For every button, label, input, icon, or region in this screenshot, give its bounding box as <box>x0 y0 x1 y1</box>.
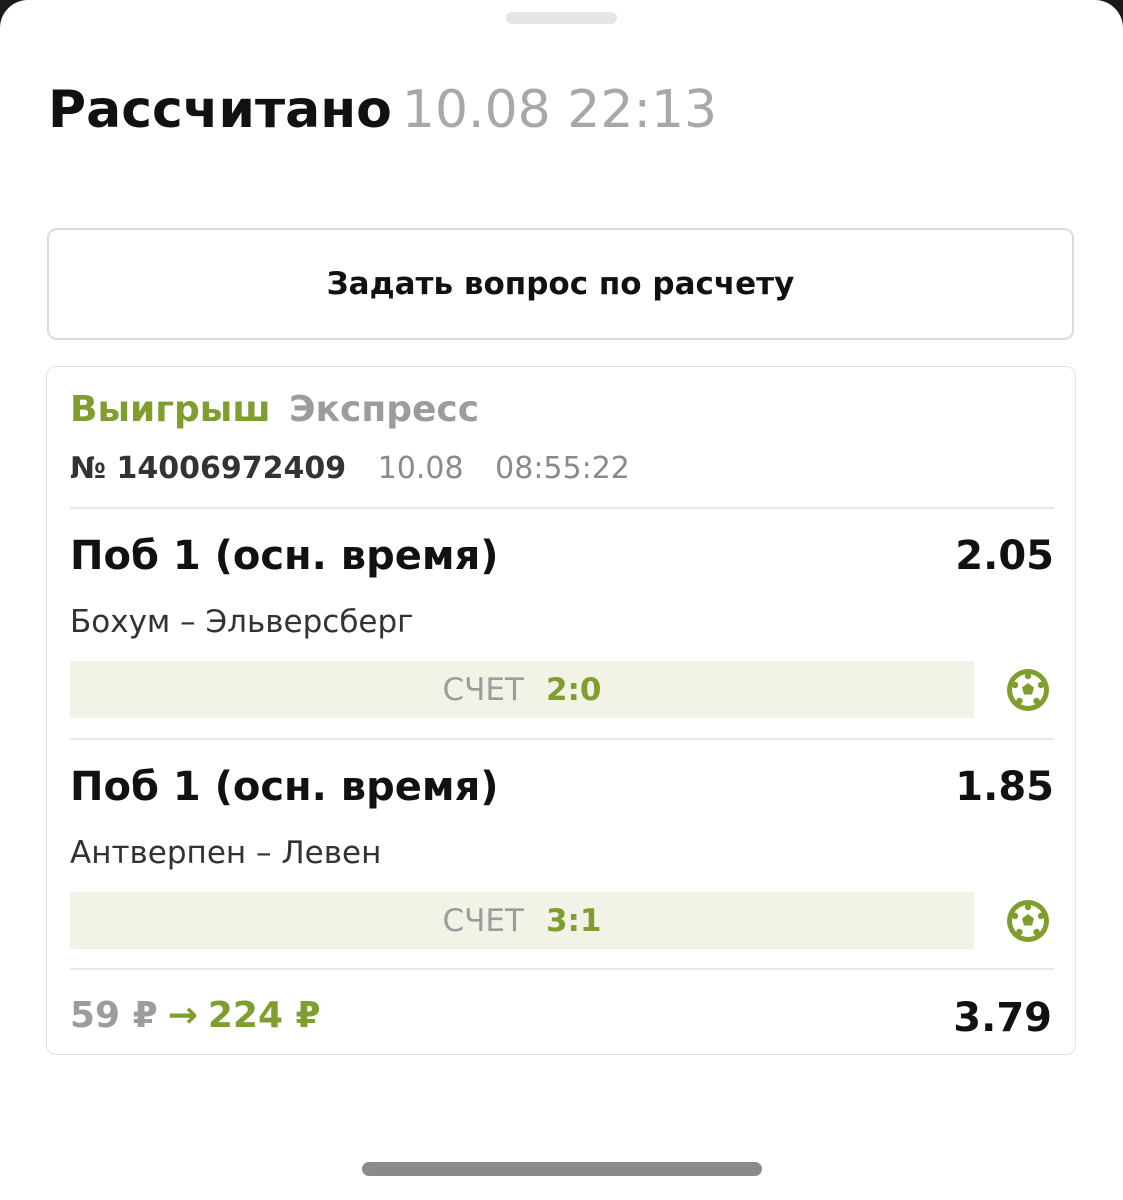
score-bar: СЧЕТ 3:1 <box>70 892 974 949</box>
ask-question-button[interactable]: Задать вопрос по расчету <box>47 228 1074 340</box>
sheet-grabber[interactable] <box>506 12 617 24</box>
event-item: Поб 1 (осн. время) 2.05 Бохум – Эльверсб… <box>70 509 1054 739</box>
bet-header: Выигрыш Экспресс <box>70 389 479 430</box>
payout-amount: 224 ₽ <box>207 995 321 1036</box>
soccer-ball-icon <box>1007 900 1049 942</box>
home-indicator[interactable] <box>362 1162 762 1176</box>
score-value: 2:0 <box>545 671 602 708</box>
event-market: Поб 1 (осн. время) <box>70 533 499 579</box>
score-bar: СЧЕТ 2:0 <box>70 661 974 718</box>
total-odds: 3.79 <box>953 995 1052 1041</box>
bet-time: 08:55:22 <box>495 451 630 486</box>
soccer-ball-icon <box>1007 669 1049 711</box>
divider <box>70 968 1054 970</box>
page-title: Рассчитано 10.08 22:13 <box>48 80 717 140</box>
event-odds: 2.05 <box>955 533 1054 579</box>
score-value: 3:1 <box>545 902 602 939</box>
stake-payout: 59 ₽ → 224 ₽ <box>70 995 321 1036</box>
stake-amount: 59 ₽ <box>70 995 158 1036</box>
arrow-right-icon: → <box>167 995 198 1036</box>
score-label: СЧЕТ <box>442 671 524 708</box>
event-odds: 1.85 <box>955 764 1054 810</box>
bet-number: № 14006972409 <box>70 451 347 486</box>
bet-details-sheet: Рассчитано 10.08 22:13 Задать вопрос по р… <box>0 0 1123 1200</box>
bet-meta: № 14006972409 10.08 08:55:22 <box>70 451 630 486</box>
settled-status: Рассчитано <box>48 80 392 140</box>
event-teams: Антверпен – Левен <box>70 835 382 871</box>
bet-date: 10.08 <box>377 451 464 486</box>
bet-type: Экспресс <box>289 389 480 430</box>
bet-card: Выигрыш Экспресс № 14006972409 10.08 08:… <box>46 366 1076 1055</box>
event-item: Поб 1 (осн. время) 1.85 Антверпен – Леве… <box>70 740 1054 970</box>
event-teams: Бохум – Эльверсберг <box>70 604 414 640</box>
score-label: СЧЕТ <box>442 902 524 939</box>
bet-result: Выигрыш <box>70 389 271 430</box>
event-market: Поб 1 (осн. время) <box>70 764 499 810</box>
settled-timestamp: 10.08 22:13 <box>401 80 718 140</box>
